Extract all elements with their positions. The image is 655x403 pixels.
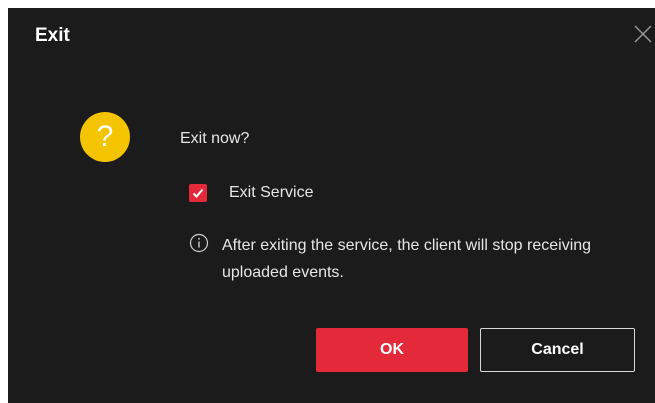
exit-service-option[interactable]: Exit Service: [189, 182, 313, 204]
close-icon: [634, 25, 652, 43]
exit-service-checkbox[interactable]: [189, 184, 207, 202]
dialog-message: Exit now?: [180, 130, 250, 147]
exit-dialog: Exit ? Exit now? Exit Service After exit…: [8, 8, 655, 403]
close-button[interactable]: [629, 20, 655, 46]
question-icon: ?: [80, 112, 130, 162]
dialog-title: Exit: [35, 25, 70, 46]
info-note: After exiting the service, the client wi…: [189, 232, 642, 286]
info-icon: [189, 233, 209, 253]
exit-service-label: Exit Service: [229, 184, 314, 201]
info-text: After exiting the service, the client wi…: [222, 237, 592, 281]
ok-button[interactable]: OK: [316, 328, 468, 372]
cancel-button[interactable]: Cancel: [480, 328, 635, 372]
checkmark-icon: [192, 188, 204, 198]
